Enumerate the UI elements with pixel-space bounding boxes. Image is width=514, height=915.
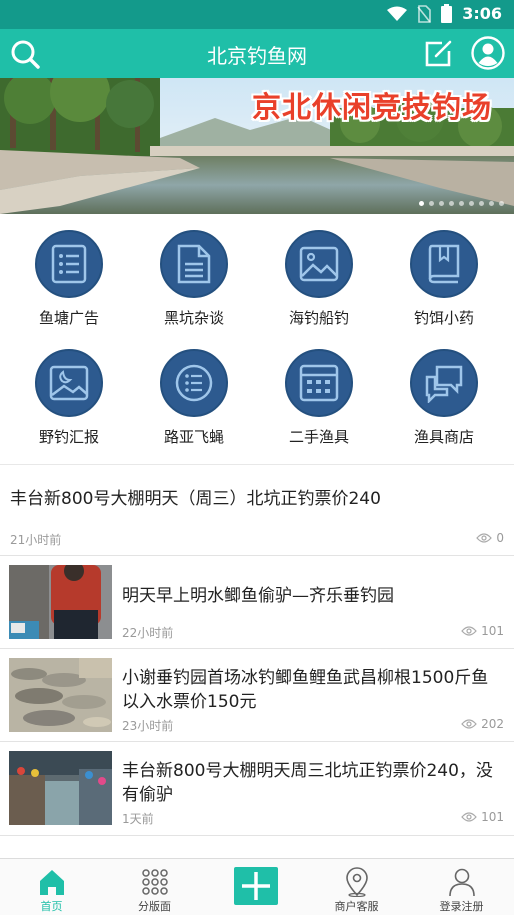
category-label: 路亚飞蝇	[163, 428, 224, 446]
category-item-wild-fishing[interactable]: 野钓汇报	[9, 349, 129, 447]
category-label: 鱼塘广告	[38, 309, 99, 327]
tab-label: 商户客服	[334, 900, 379, 913]
dots-grid-icon	[141, 869, 168, 895]
book-icon	[410, 230, 478, 298]
night-image-icon	[35, 349, 103, 417]
category-item-lure-fly[interactable]: 路亚飞蝇	[134, 349, 254, 447]
banner-carousel[interactable]: 京北休闲竞技钓场	[0, 78, 514, 214]
view-count: 101	[461, 624, 504, 638]
news-time: 21小时前	[10, 533, 62, 547]
news-title: 小谢垂钓园首场冰钓鲫鱼鲤鱼武昌柳根1500斤鱼以入水票价150元	[122, 668, 489, 712]
news-item[interactable]: 小谢垂钓园首场冰钓鲫鱼鲤鱼武昌柳根1500斤鱼以入水票价150元 23小时前 2…	[0, 649, 514, 742]
category-label: 钓饵小药	[413, 309, 474, 327]
tab-home[interactable]: 首页	[0, 859, 103, 915]
carousel-dot[interactable]	[489, 201, 494, 206]
banner-title: 京北休闲竞技钓场	[252, 90, 493, 124]
news-title: 丰台新800号大棚明天周三北坑正钓票价240，没有偷驴	[122, 761, 493, 805]
news-item[interactable]: 丰台新800号大棚明天（周三）北坑正钓票价240 21小时前 0	[0, 464, 514, 555]
news-time: 23小时前	[122, 719, 174, 733]
app-header: 北京钓鱼网	[0, 29, 514, 78]
view-count-value: 0	[496, 531, 504, 545]
tab-merchant-service[interactable]: 商户客服	[305, 859, 408, 915]
location-pin-icon	[345, 867, 368, 897]
view-count: 101	[461, 810, 504, 824]
eye-icon	[461, 812, 477, 822]
no-sim-icon	[417, 4, 432, 23]
category-item-bait[interactable]: 钓饵小药	[384, 230, 504, 328]
news-item[interactable]: 丰台新800号大棚明天周三北坑正钓票价240，没有偷驴 1天前 101	[0, 742, 514, 835]
category-item-used-gear[interactable]: 二手渔具	[259, 349, 379, 447]
category-item-tackle-shop[interactable]: 渔具商店	[384, 349, 504, 447]
news-thumbnail	[9, 565, 112, 639]
carousel-dot[interactable]	[469, 201, 474, 206]
view-count: 202	[461, 717, 504, 731]
eye-icon	[461, 626, 477, 636]
status-time: 3:06	[462, 4, 502, 23]
landscape-image-icon	[285, 230, 353, 298]
category-item-sea-fishing[interactable]: 海钓船钓	[259, 230, 379, 328]
home-icon	[39, 870, 64, 895]
category-label: 海钓船钓	[288, 309, 349, 327]
eye-icon	[476, 533, 493, 543]
category-grid: 鱼塘广告 黑坑杂谈 海钓船钓 钓饵小药 野钓汇报 路亚飞蝇 二手渔具 渔具商店	[0, 214, 514, 464]
carousel-dot[interactable]	[439, 201, 444, 206]
tab-label: 首页	[40, 900, 63, 913]
user-avatar-icon[interactable]	[471, 36, 505, 70]
list-icon	[35, 230, 103, 298]
category-label: 黑坑杂谈	[163, 309, 224, 327]
view-count: 0	[476, 531, 504, 545]
news-thumbnail	[9, 751, 112, 825]
plus-icon	[242, 872, 270, 900]
carousel-dot[interactable]	[449, 201, 454, 206]
divider	[0, 835, 514, 836]
tab-label: 分版面	[138, 900, 171, 913]
calendar-grid-icon	[285, 349, 353, 417]
eye-icon	[461, 719, 477, 729]
tab-sections[interactable]: 分版面	[103, 859, 206, 915]
new-post-button[interactable]	[234, 867, 278, 905]
tab-label: 登录注册	[439, 900, 484, 913]
view-count-value: 101	[481, 624, 504, 638]
category-label: 二手渔具	[288, 428, 349, 446]
news-time: 1天前	[122, 812, 154, 826]
category-label: 渔具商店	[413, 428, 474, 446]
carousel-dot[interactable]	[419, 201, 424, 206]
view-count-value: 101	[481, 810, 504, 824]
battery-icon	[441, 4, 453, 23]
carousel-dot[interactable]	[479, 201, 484, 206]
bulleted-list-icon	[160, 349, 228, 417]
person-icon	[448, 868, 475, 897]
edit-post-icon[interactable]	[422, 38, 454, 70]
chat-bubbles-icon	[410, 349, 478, 417]
tab-login-register[interactable]: 登录注册	[410, 859, 513, 915]
carousel-indicator	[419, 201, 504, 206]
news-item[interactable]: 明天早上明水鲫鱼偷驴—齐乐垂钓园 22小时前 101	[0, 556, 514, 649]
news-title: 丰台新800号大棚明天（周三）北坑正钓票价240	[10, 489, 381, 509]
news-time: 22小时前	[122, 626, 174, 640]
category-item-black-pit-talk[interactable]: 黑坑杂谈	[134, 230, 254, 328]
news-title: 明天早上明水鲫鱼偷驴—齐乐垂钓园	[122, 586, 394, 606]
category-item-fish-pond-ads[interactable]: 鱼塘广告	[9, 230, 129, 328]
carousel-dot[interactable]	[429, 201, 434, 206]
view-count-value: 202	[481, 717, 504, 731]
news-thumbnail	[9, 658, 112, 732]
bottom-tab-bar: 首页 分版面 商户客服 登录注册	[0, 858, 514, 915]
status-bar: 3:06	[0, 0, 514, 29]
document-icon	[160, 230, 228, 298]
carousel-dot[interactable]	[459, 201, 464, 206]
category-label: 野钓汇报	[38, 428, 99, 446]
wifi-icon	[387, 6, 408, 21]
carousel-dot[interactable]	[499, 201, 504, 206]
